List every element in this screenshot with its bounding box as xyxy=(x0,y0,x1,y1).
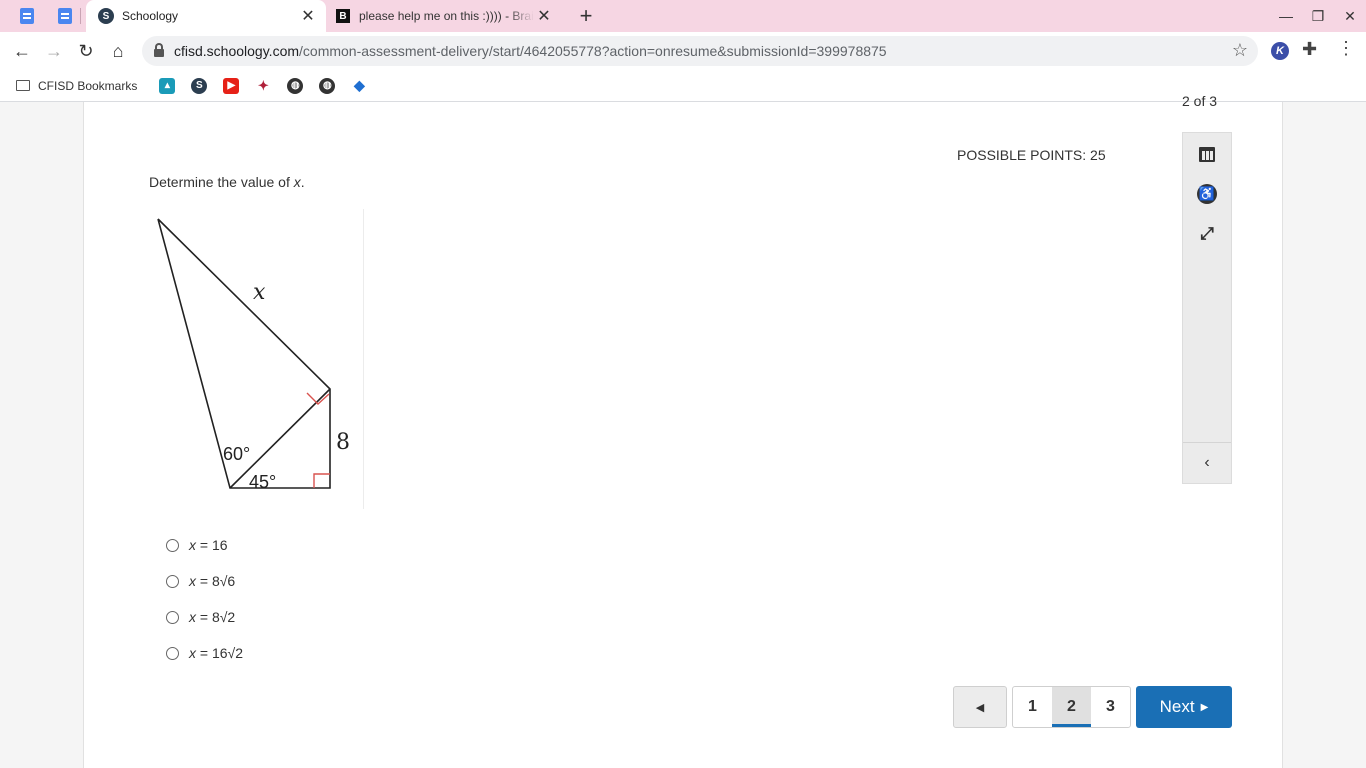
bookmark-star-icon[interactable]: ☆ xyxy=(1232,40,1248,61)
close-tab-icon[interactable]: ✕ xyxy=(534,6,554,26)
triangle-diagram: x 8 60° 45° xyxy=(157,218,350,492)
accessibility-button[interactable]: ♿ xyxy=(1183,174,1231,214)
side-label: 8 xyxy=(336,430,350,455)
bookmark-flame-icon[interactable]: ◆ xyxy=(351,77,367,94)
angle-label-bottom: 45° xyxy=(249,472,276,492)
page-button-1[interactable]: 1 xyxy=(1013,687,1052,727)
answer-choice[interactable]: x = 8√2 xyxy=(166,599,243,635)
right-angle-marker xyxy=(306,392,330,405)
url-host: cfisd.schoology.com xyxy=(174,43,300,59)
right-angle-marker xyxy=(313,473,330,488)
side-tools-panel: ♿ ⤢ ‹ xyxy=(1182,132,1232,484)
previous-arrow-icon: ◀ xyxy=(975,701,985,714)
bookmark-globe-icon[interactable]: ◍ xyxy=(319,77,336,94)
google-docs-icon xyxy=(58,8,72,24)
choice-variable: x xyxy=(189,537,196,553)
collapse-chevron-icon: ‹ xyxy=(1204,454,1210,471)
home-icon[interactable]: ⌂ xyxy=(104,37,132,65)
next-label: Next xyxy=(1159,697,1195,716)
tab-title: Schoology xyxy=(122,9,179,23)
answer-choice[interactable]: x = 8√6 xyxy=(166,563,243,599)
restore-icon[interactable]: ❐ xyxy=(1302,4,1334,28)
choice-variable: x xyxy=(189,645,196,661)
bookmark-globe-icon[interactable]: ◍ xyxy=(287,77,304,94)
choice-text: = 16√2 xyxy=(196,645,243,661)
calculator-button[interactable] xyxy=(1183,134,1231,174)
folder-icon xyxy=(16,80,30,91)
browser-toolbar: ← → ↻ ⌂ cfisd.schoology.com/common-asses… xyxy=(0,32,1366,70)
browser-tab-strip: S Schoology ✕ B please help me on this :… xyxy=(0,0,1366,32)
fullscreen-icon: ⤢ xyxy=(1200,224,1214,243)
bookmark-schoology-icon[interactable]: S xyxy=(191,77,208,94)
choice-text: = 16 xyxy=(196,537,228,553)
schoology-favicon-icon: S xyxy=(98,8,114,24)
tab-divider xyxy=(80,8,81,24)
google-docs-icon xyxy=(20,8,34,24)
tab-title: please help me on this :)))) - Brainly xyxy=(359,9,534,23)
forward-icon[interactable]: → xyxy=(40,37,68,65)
new-tab-icon[interactable]: + xyxy=(574,3,598,28)
tab-brainly[interactable]: B please help me on this :)))) - Brainly… xyxy=(328,0,562,32)
question-counter: 2 of 3 xyxy=(1182,93,1218,109)
bookmark-folder-cfisd[interactable]: CFISD Bookmarks xyxy=(38,79,137,93)
hypotenuse-label: x xyxy=(253,280,266,305)
choice-variable: x xyxy=(189,609,196,625)
lock-icon[interactable] xyxy=(154,43,164,57)
extension-k-icon[interactable]: K xyxy=(1271,42,1289,60)
next-button[interactable]: Next ▶ xyxy=(1136,686,1232,728)
possible-points: POSSIBLE POINTS: 25 xyxy=(957,147,1106,163)
answer-choice[interactable]: x = 16 xyxy=(166,527,243,563)
page-content: 2 of 3 POSSIBLE POINTS: 25 Determine the… xyxy=(0,93,1366,768)
choice-variable: x xyxy=(189,573,196,589)
minimize-icon[interactable]: — xyxy=(1270,4,1302,28)
window-close-icon[interactable]: ✕ xyxy=(1334,4,1366,28)
radio-button[interactable] xyxy=(166,538,179,552)
choice-text: = 8√6 xyxy=(196,573,236,589)
angle-label-top: 60° xyxy=(223,444,250,464)
shared-diagonal xyxy=(229,388,331,489)
choice-text: = 8√2 xyxy=(196,609,236,625)
collapse-tools-button[interactable]: ‹ xyxy=(1183,443,1231,483)
previous-question-button[interactable]: ◀ xyxy=(953,686,1007,728)
calculator-icon xyxy=(1199,146,1215,162)
question-pager: 1 2 3 xyxy=(1012,686,1131,728)
close-tab-icon[interactable]: ✕ xyxy=(298,6,318,26)
bookmark-mascot-icon[interactable]: ✦ xyxy=(255,78,271,94)
bookmarks-bar: CFISD Bookmarks ▴ S ▶ ✦ ◍ ◍ ◆ xyxy=(0,70,1366,102)
radio-button[interactable] xyxy=(166,574,179,588)
triangle-figure: x 8 60° 45° xyxy=(148,209,364,509)
question-variable: x xyxy=(293,174,301,190)
accessibility-icon: ♿ xyxy=(1197,184,1217,204)
bookmark-contact-icon[interactable]: ▴ xyxy=(159,77,176,94)
brainly-favicon-icon: B xyxy=(336,9,350,23)
pinned-tab-docs-1[interactable] xyxy=(14,4,40,28)
next-arrow-icon: ▶ xyxy=(1200,701,1209,713)
radio-button[interactable] xyxy=(166,610,179,624)
question-suffix: . xyxy=(300,174,305,190)
back-icon[interactable]: ← xyxy=(8,37,36,65)
url-path: /common-assessment-delivery/start/464205… xyxy=(299,43,887,59)
answer-choices: x = 16 x = 8√6 x = 8√2 x = 16√2 xyxy=(166,527,243,671)
question-text: Determine the value of x. xyxy=(149,174,305,190)
tab-schoology[interactable]: S Schoology ✕ xyxy=(86,0,326,32)
pinned-tab-docs-2[interactable] xyxy=(52,4,78,28)
extensions-puzzle-icon[interactable]: ✚ xyxy=(1302,39,1317,60)
reload-icon[interactable]: ↻ xyxy=(72,37,100,65)
page-button-3[interactable]: 3 xyxy=(1091,687,1130,727)
answer-choice[interactable]: x = 16√2 xyxy=(166,635,243,671)
address-bar[interactable]: cfisd.schoology.com/common-assessment-de… xyxy=(142,36,1258,66)
question-prefix: Determine the value of xyxy=(149,174,294,190)
bookmark-youtube-icon[interactable]: ▶ xyxy=(223,77,240,94)
radio-button[interactable] xyxy=(166,646,179,660)
page-button-2[interactable]: 2 xyxy=(1052,687,1091,727)
browser-menu-icon[interactable]: ⋮ xyxy=(1337,38,1355,59)
fullscreen-button[interactable]: ⤢ xyxy=(1183,214,1231,254)
